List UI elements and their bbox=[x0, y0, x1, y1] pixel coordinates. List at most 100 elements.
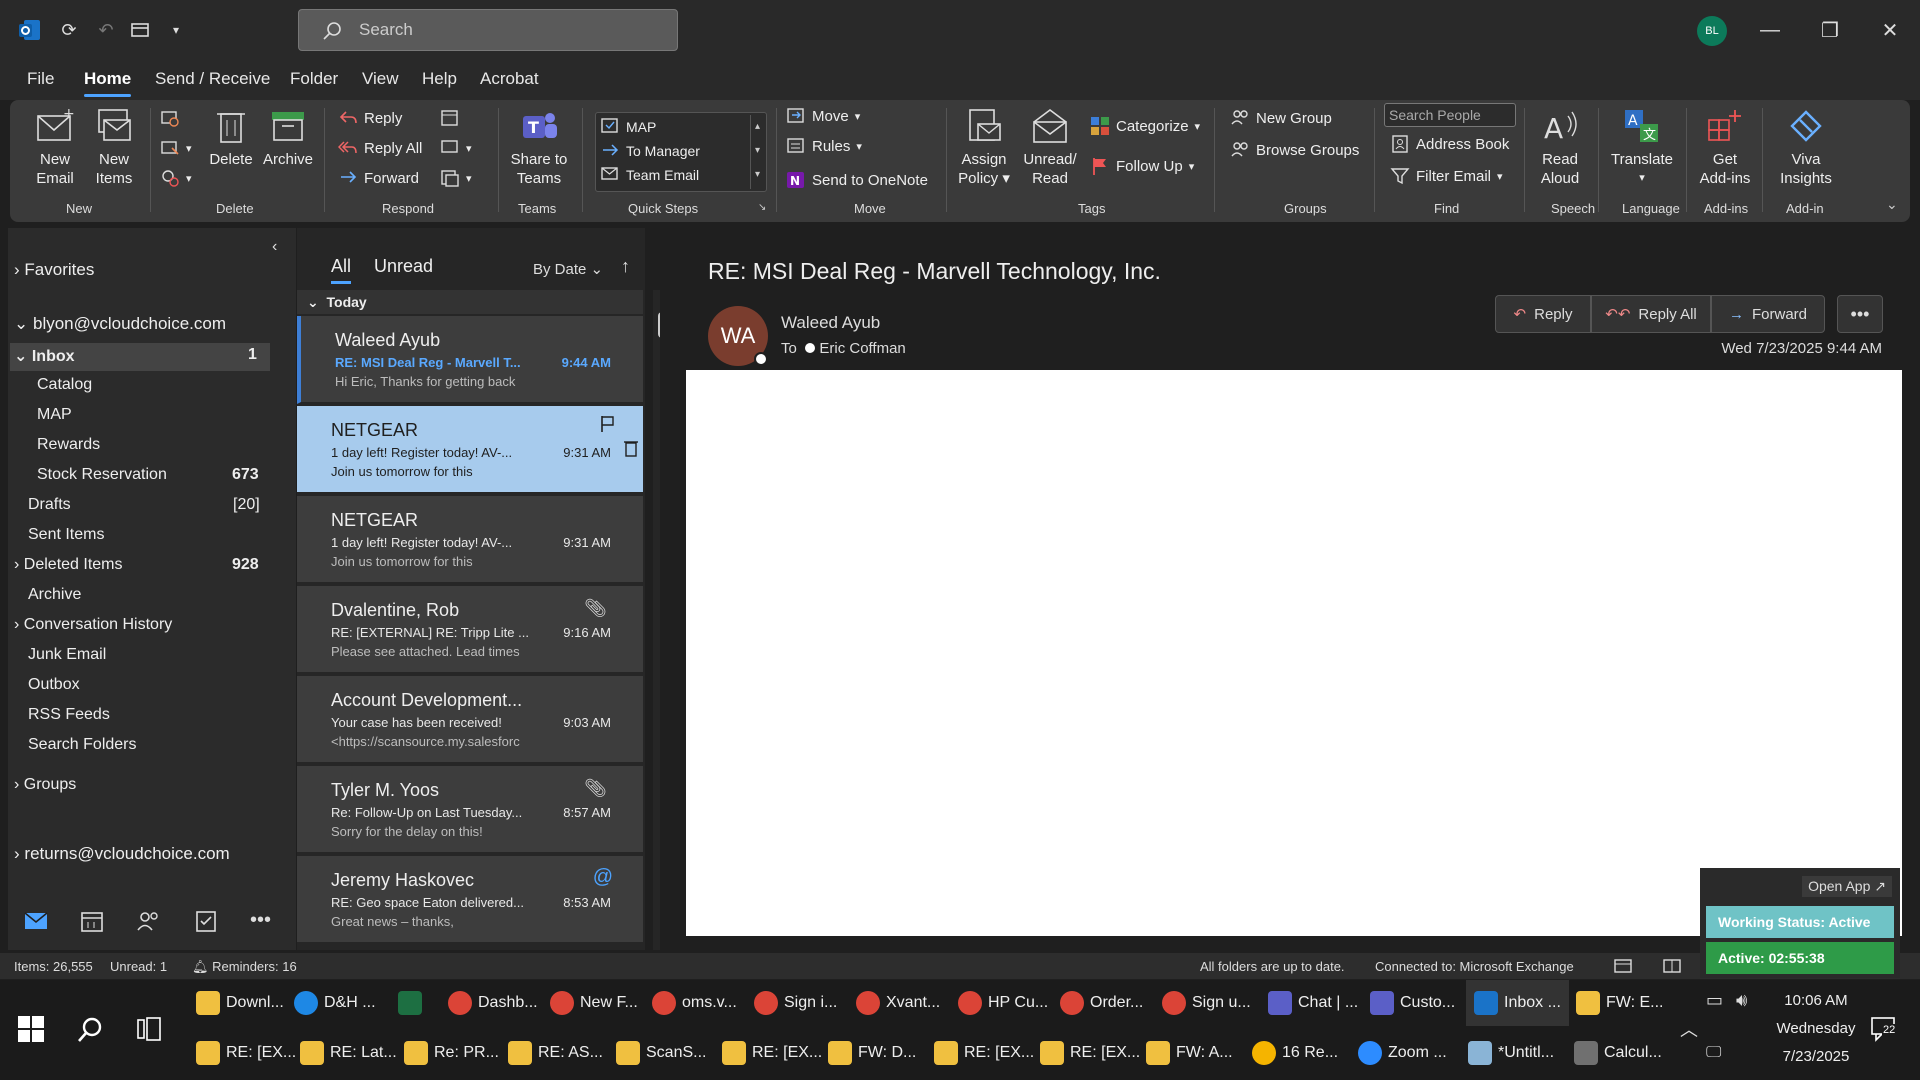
delete-button[interactable]: Delete bbox=[206, 106, 256, 169]
taskbar-app-27[interactable]: Zoom ... bbox=[1358, 1030, 1447, 1076]
collapse-pane-icon[interactable]: ‹ bbox=[272, 238, 277, 256]
tasks-icon[interactable] bbox=[194, 909, 218, 933]
folder-inbox[interactable]: ⌄ Inbox bbox=[14, 346, 75, 366]
taskbar-app-5[interactable]: New F... bbox=[550, 980, 638, 1026]
delete-item-icon[interactable] bbox=[623, 438, 639, 458]
taskbar-app-3[interactable] bbox=[398, 980, 428, 1026]
close-icon[interactable]: ✕ bbox=[1870, 14, 1910, 46]
new-group-button[interactable]: New Group bbox=[1230, 108, 1332, 128]
taskbar-app-15[interactable]: FW: E... bbox=[1576, 980, 1663, 1026]
sender-name[interactable]: Waleed Ayub bbox=[781, 313, 880, 333]
taskbar-app-17[interactable]: RE: Lat... bbox=[300, 1030, 397, 1076]
folder-rewards[interactable]: Rewards bbox=[37, 436, 100, 454]
more-actions-icon[interactable]: ••• bbox=[1837, 295, 1883, 333]
read-aloud-button[interactable]: A Read Aloud bbox=[1530, 106, 1590, 188]
taskbar-app-18[interactable]: Re: PR... bbox=[404, 1030, 499, 1076]
reply-all-button[interactable]: Reply All bbox=[338, 138, 422, 158]
volume-icon[interactable]: 🔊︎ bbox=[1736, 990, 1747, 1011]
customize-toolbar-icon[interactable]: ▾ bbox=[162, 16, 190, 44]
taskbar-app-22[interactable]: FW: D... bbox=[828, 1030, 916, 1076]
task-view-icon[interactable] bbox=[136, 1016, 162, 1042]
taskbar-app-2[interactable]: D&H ... bbox=[294, 980, 376, 1026]
taskbar-app-29[interactable]: Calcul... bbox=[1574, 1030, 1662, 1076]
folder-stock-reservation[interactable]: Stock Reservation bbox=[37, 466, 167, 484]
sort-dropdown[interactable]: By Date ⌄ bbox=[533, 260, 603, 278]
account-avatar[interactable]: BL bbox=[1697, 16, 1727, 46]
ignore-button[interactable] bbox=[160, 108, 180, 128]
categorize-button[interactable]: Categorize ▾ bbox=[1090, 116, 1200, 136]
reading-reply-all-button[interactable]: ↶↶ Reply All bbox=[1591, 295, 1711, 333]
viva-insights-button[interactable]: Viva Insights bbox=[1768, 106, 1844, 188]
search-people-input[interactable]: Search People bbox=[1384, 103, 1516, 127]
new-items-button[interactable]: New Items bbox=[84, 106, 144, 188]
reading-forward-button[interactable]: → Forward bbox=[1711, 295, 1825, 333]
folder-drafts[interactable]: Drafts bbox=[28, 496, 71, 514]
menu-home[interactable]: Home bbox=[84, 69, 132, 97]
taskbar-app-8[interactable]: Xvant... bbox=[856, 980, 940, 1026]
folder-map[interactable]: MAP bbox=[37, 406, 72, 424]
browse-groups-button[interactable]: Browse Groups bbox=[1230, 140, 1359, 160]
archive-button[interactable]: Archive bbox=[260, 106, 316, 169]
folder-sent-items[interactable]: Sent Items bbox=[28, 526, 104, 544]
filter-email-button[interactable]: Filter Email ▾ bbox=[1390, 166, 1503, 186]
list-item[interactable]: Dvalentine, Rob RE: [EXTERNAL] RE: Tripp… bbox=[297, 586, 643, 674]
folder-conversation-history[interactable]: › Conversation History bbox=[14, 616, 172, 634]
ribbon-collapse-icon[interactable]: ⌄ bbox=[1886, 196, 1898, 213]
junk-button[interactable]: ▾ bbox=[160, 168, 192, 188]
menu-view[interactable]: View bbox=[362, 69, 399, 89]
network-icon[interactable]: 🖵︎ bbox=[1706, 1044, 1721, 1062]
taskbar-app-12[interactable]: Chat | ... bbox=[1268, 980, 1358, 1026]
taskbar-app-28[interactable]: *Untitl... bbox=[1468, 1030, 1554, 1076]
taskbar-app-7[interactable]: Sign i... bbox=[754, 980, 837, 1026]
folder-deleted-items[interactable]: › Deleted Items bbox=[14, 556, 123, 574]
list-item[interactable]: Tyler M. Yoos Re: Follow-Up on Last Tues… bbox=[297, 766, 643, 854]
forward-button[interactable]: Forward bbox=[338, 168, 419, 188]
clean-up-button[interactable]: ▾ bbox=[160, 138, 192, 158]
folder-archive[interactable]: Archive bbox=[28, 586, 81, 604]
message-body[interactable] bbox=[686, 370, 1902, 936]
sort-direction-icon[interactable]: ↑ bbox=[621, 256, 630, 277]
taskbar-app-20[interactable]: ScanS... bbox=[616, 1030, 706, 1076]
taskbar-app-10[interactable]: Order... bbox=[1060, 980, 1143, 1026]
search-input[interactable]: Search bbox=[298, 9, 678, 51]
folder-outbox[interactable]: Outbox bbox=[28, 676, 80, 694]
undo-icon[interactable]: ↶ bbox=[92, 16, 120, 44]
account-node[interactable]: ⌄ blyon@vcloudchoice.com bbox=[14, 314, 226, 334]
taskbar-search-icon[interactable] bbox=[76, 1016, 104, 1044]
window-layout-icon[interactable] bbox=[126, 16, 154, 44]
groups-node[interactable]: › Groups bbox=[14, 776, 76, 794]
send-to-onenote-button[interactable]: N Send to OneNote bbox=[786, 170, 928, 190]
meeting-reply-button[interactable] bbox=[440, 108, 460, 128]
taskbar-app-11[interactable]: Sign u... bbox=[1162, 980, 1251, 1026]
quick-step-to-manager[interactable]: To Manager bbox=[600, 141, 700, 161]
list-item[interactable]: NETGEAR 1 day left! Register today! AV-.… bbox=[297, 406, 643, 494]
taskbar-app-25[interactable]: FW: A... bbox=[1146, 1030, 1233, 1076]
taskbar-app-6[interactable]: oms.v... bbox=[652, 980, 737, 1026]
menu-acrobat[interactable]: Acrobat bbox=[480, 69, 539, 89]
folder-rss-feeds[interactable]: RSS Feeds bbox=[28, 706, 110, 724]
folder-junk-email[interactable]: Junk Email bbox=[28, 646, 106, 664]
notifications-icon[interactable]: 22 bbox=[1870, 1016, 1898, 1042]
taskbar-app-21[interactable]: RE: [EX... bbox=[722, 1030, 822, 1076]
taskbar-app-24[interactable]: RE: [EX... bbox=[1040, 1030, 1140, 1076]
reading-reply-button[interactable]: ↶ Reply bbox=[1495, 295, 1591, 333]
reply-button[interactable]: Reply bbox=[338, 108, 402, 128]
taskbar-app-19[interactable]: RE: AS... bbox=[508, 1030, 603, 1076]
battery-icon[interactable]: ▭ bbox=[1706, 990, 1723, 1011]
folder-catalog[interactable]: Catalog bbox=[37, 376, 92, 394]
folder-search-folders[interactable]: Search Folders bbox=[28, 736, 137, 754]
group-header-today[interactable]: ⌄ Today bbox=[297, 290, 643, 314]
unread-read-button[interactable]: Unread/ Read bbox=[1020, 106, 1080, 188]
more-respond-button[interactable]: ▾ bbox=[440, 168, 472, 188]
list-item[interactable]: NETGEAR 1 day left! Register today! AV-.… bbox=[297, 496, 643, 584]
normal-view-icon[interactable] bbox=[1614, 959, 1632, 973]
recipient-name[interactable]: Eric Coffman bbox=[819, 340, 905, 357]
taskbar-app-23[interactable]: RE: [EX... bbox=[934, 1030, 1034, 1076]
im-reply-button[interactable]: ▾ bbox=[440, 138, 472, 158]
restore-icon[interactable]: ❐ bbox=[1810, 14, 1850, 46]
calendar-icon[interactable] bbox=[80, 909, 104, 933]
share-to-teams-button[interactable]: T Share to Teams bbox=[506, 106, 572, 188]
reminders-count[interactable]: 🔔︎ Reminders: 16 bbox=[192, 959, 297, 975]
menu-help[interactable]: Help bbox=[422, 69, 457, 89]
translate-button[interactable]: A文 Translate ▾ bbox=[1604, 106, 1680, 188]
